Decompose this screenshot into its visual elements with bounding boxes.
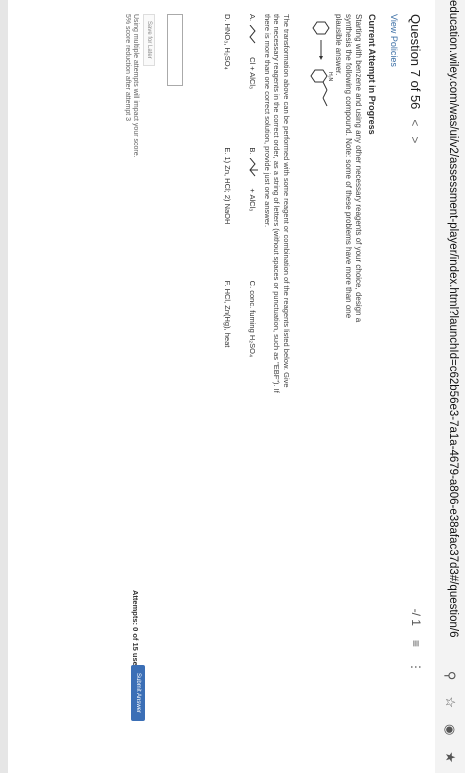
url-text[interactable]: education.wiley.com/was/ui/v2/assessment…	[447, 0, 459, 638]
reagent-b-letter: B.	[248, 147, 258, 155]
reaction-arrowhead	[319, 56, 323, 60]
rotated-screen: education.wiley.com/was/ui/v2/assessment…	[0, 0, 465, 773]
product-ring	[310, 69, 328, 83]
instructions: The transformation above can be performe…	[263, 14, 291, 393]
reagent-row-2: D. HNO₃, H₂SO₄ E. 1) Zn, HCl; 2) NaOH F.…	[223, 14, 232, 414]
reagent-b: B. + AlCl₃	[246, 147, 260, 280]
reaction-scheme: H₂N	[303, 14, 335, 134]
more-icon[interactable]: ⋮	[409, 661, 423, 673]
star-icon[interactable]: ☆	[442, 696, 458, 708]
reagent-a-letter: A.	[248, 14, 258, 22]
reagent-f: F. HCl, Zn(Hg), heat	[223, 280, 232, 348]
search-icon[interactable]: ⚲	[442, 671, 458, 681]
reagent-a: A. Cl + AlCl₃	[248, 14, 258, 147]
list-icon[interactable]: ≡	[409, 640, 423, 647]
reagent-d: D. HNO₃, H₂SO₄	[223, 14, 232, 70]
chain-bond-1	[322, 81, 328, 91]
prev-question-icon[interactable]: <	[409, 119, 423, 126]
chain-bond-2	[322, 89, 328, 99]
assessment-content: Question 7 of 56 < > -/ 1 ≡ ⋮ View Polic…	[0, 0, 435, 773]
answer-input[interactable]	[167, 14, 183, 86]
question-header: Question 7 of 56 < >	[408, 14, 423, 143]
submit-answer-button[interactable]: Submit Answer	[131, 665, 145, 722]
section-title: Current Attempt in Progress	[367, 14, 377, 135]
reagent-a-structure	[249, 25, 256, 44]
reagent-e: E. 1) Zn, HCl; 2) NaOH	[223, 147, 232, 225]
view-policies-link[interactable]: View Policies	[389, 14, 399, 67]
reaction-scheme-svg: H₂N	[310, 21, 333, 107]
browser-url-bar[interactable]: education.wiley.com/was/ui/v2/assessment…	[434, 0, 465, 773]
score: -/ 1	[409, 608, 423, 626]
reagent-row-1: A. Cl + AlCl₃ B. + AlCl₃ C. conc. fuming…	[246, 14, 260, 414]
reagent-b-text: + AlCl₃	[248, 188, 258, 212]
save-for-later-button[interactable]: Save for Later	[143, 14, 155, 66]
header-right: -/ 1 ≡ ⋮	[409, 609, 423, 673]
question-prompt: Starting with benzene and using any othe…	[334, 14, 363, 323]
reagent-list: A. Cl + AlCl₃ B. + AlCl₃ C. conc. fuming…	[209, 14, 260, 414]
reagent-b-structure	[249, 158, 258, 177]
reagent-c: C. conc. fuming H₂SO₄	[248, 280, 258, 358]
attempts-counter: Attempts: 0 of 15 used	[131, 590, 140, 671]
attempt-note: Using multiple attempts will impact your…	[132, 14, 139, 158]
bottom-bar	[0, 0, 8, 773]
next-question-icon[interactable]: >	[409, 136, 423, 143]
browser-icons: ⚲ ☆ ◉ ★	[442, 671, 458, 763]
amino-label: H₂N	[327, 72, 333, 82]
bookmark-icon[interactable]: ★	[442, 751, 458, 763]
reagent-a-text: Cl + AlCl₃	[248, 57, 258, 90]
extension-icon[interactable]: ◉	[442, 724, 458, 735]
chain-bond-3	[322, 97, 328, 107]
penalty-note: 5% score reduction after attempt 3	[124, 14, 131, 121]
question-label: Question 7 of 56	[408, 14, 423, 110]
benzene-ring	[312, 21, 330, 35]
